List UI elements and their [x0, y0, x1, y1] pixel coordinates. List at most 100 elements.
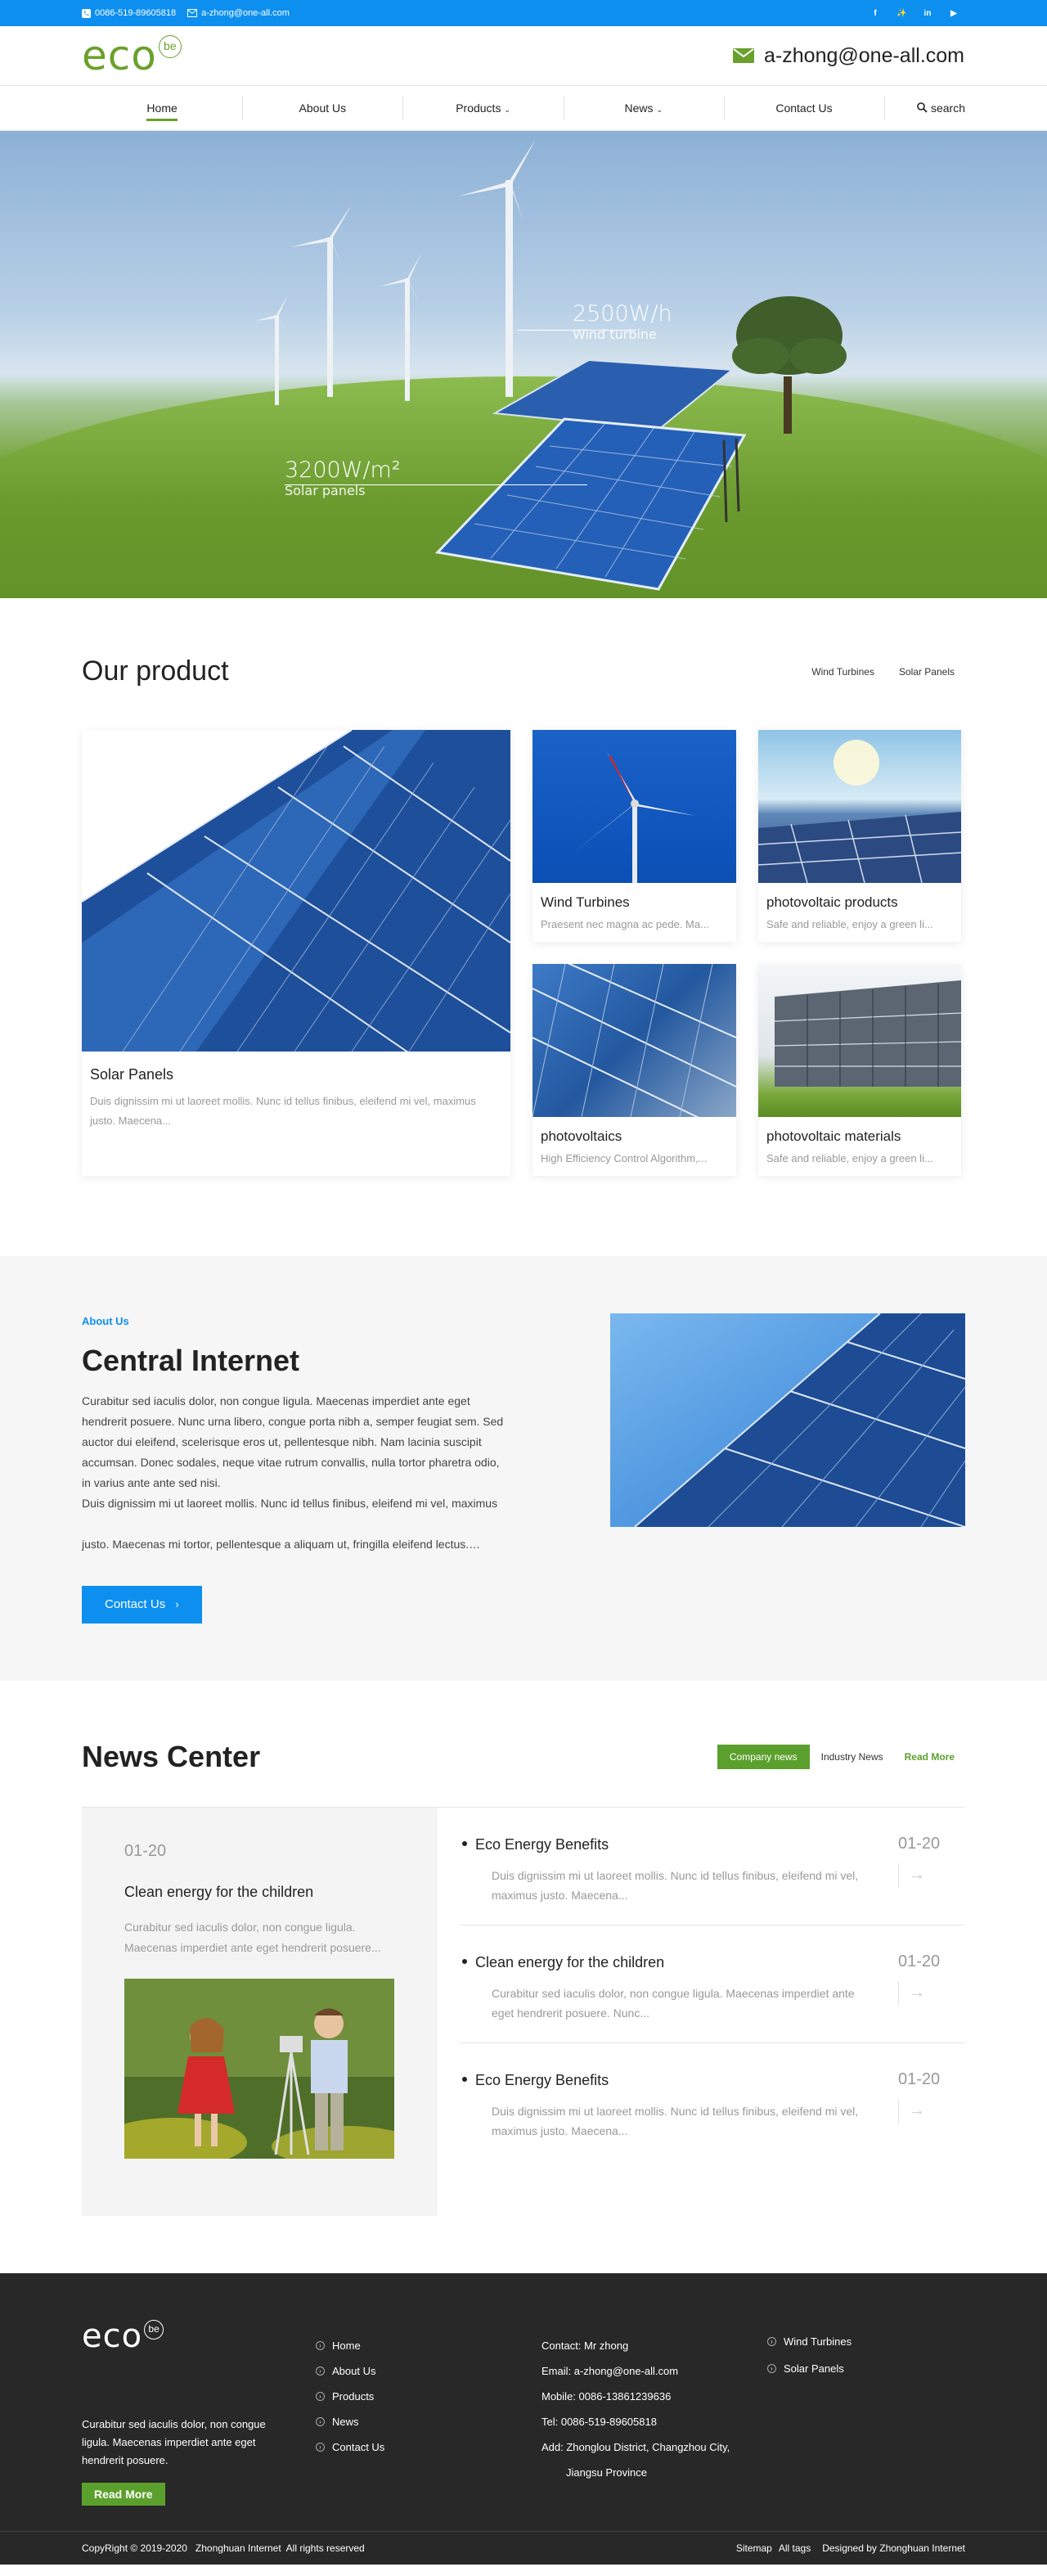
news-item-date: 01-20 [898, 1952, 941, 1970]
about-image [610, 1313, 966, 1528]
news-item-desc: Duis dignissim mi ut laoreet mollis. Nun… [492, 1869, 859, 1902]
footer-cat-solar-panels[interactable]: › Solar Panels [767, 2355, 852, 2382]
news-item-title: Clean energy for the children [462, 1954, 898, 1971]
footer-logo[interactable]: eco be [82, 2318, 316, 2354]
topbar-email-text: a-zhong@one-all.com [201, 8, 290, 18]
chevron-right-icon: › [175, 1598, 179, 1610]
hero-illustration [255, 139, 847, 591]
about-tag: About Us [82, 1315, 129, 1327]
main-nav: Home About Us Products ⌄ News ⌄ Contact … [0, 85, 1047, 131]
product-card-solar-panels[interactable]: Solar Panels Duis dignissim mi ut laoree… [82, 730, 510, 1176]
envelope-icon [733, 48, 755, 63]
contact-us-button[interactable]: Contact Us › [82, 1586, 202, 1624]
footer-link-label: News [332, 2416, 359, 2428]
header: eco be a-zhong@one-all.com [0, 26, 1047, 85]
chevron-right-icon: › [316, 2443, 325, 2452]
arrow-right-icon[interactable]: → [898, 2099, 965, 2123]
footer-link-contact[interactable]: › Contact Us [316, 2434, 541, 2460]
copyright-text: CopyRight © 2019-2020 Zhonghuan Internet… [82, 2542, 365, 2554]
chevron-right-icon: › [316, 2341, 325, 2350]
product-title: photovoltaics [541, 1128, 622, 1144]
footer-logo-badge: be [144, 2320, 164, 2340]
topbar-email[interactable]: a-zhong@one-all.com [187, 8, 290, 18]
designed-by-link[interactable]: Designed by Zhonghuan Internet [822, 2542, 965, 2554]
copyright-bar: CopyRight © 2019-2020 Zhonghuan Internet… [0, 2531, 1047, 2565]
facebook-icon[interactable]: f [870, 9, 880, 18]
news-item-title: Eco Energy Benefits [462, 1836, 898, 1853]
nav-about-label: About Us [299, 101, 347, 115]
nav-search[interactable]: search [884, 96, 966, 120]
nav-about-us[interactable]: About Us [242, 96, 402, 120]
search-label: search [930, 101, 966, 115]
header-email[interactable]: a-zhong@one-all.com [733, 44, 964, 68]
linkedin-icon[interactable]: in [923, 9, 932, 18]
chevron-down-icon: ⌄ [656, 106, 663, 114]
footer-contact-email[interactable]: Email: a-zhong@one-all.com [541, 2358, 767, 2384]
nav-contact-label: Contact Us [775, 101, 833, 115]
news-item-desc: Curabitur sed iaculis dolor, non congue … [492, 1987, 855, 2020]
logo-text: eco [82, 32, 157, 79]
tab-company-news[interactable]: Company news [717, 1745, 810, 1769]
footer-link-about[interactable]: › About Us [316, 2358, 541, 2384]
nav-contact-us[interactable]: Contact Us [723, 96, 884, 120]
chevron-down-icon: ⌄ [504, 106, 510, 114]
footer-cat-label: Wind Turbines [784, 2335, 852, 2348]
about-paragraph: Curabitur sed iaculis dolor, non congue … [82, 1391, 507, 1514]
chevron-right-icon: › [316, 2367, 325, 2376]
logo-badge: be [158, 35, 182, 58]
tab-wind-turbines[interactable]: Wind Turbines [811, 666, 874, 678]
about-para-2: Duis dignissim mi ut laoreet mollis. Nun… [82, 1497, 498, 1510]
chevron-right-icon: › [767, 2337, 776, 2346]
youtube-icon[interactable]: ▶ [949, 9, 959, 18]
footer-read-more-button[interactable]: Read More [82, 2483, 165, 2506]
footer-link-home[interactable]: › Home [316, 2333, 541, 2358]
product-card-wind-turbines[interactable]: Wind Turbines Praesent nec magna ac pede… [532, 730, 736, 942]
product-desc: Safe and reliable, enjoy a green li... [766, 1152, 933, 1164]
hero-solar-value: 3200W/m² [285, 457, 401, 483]
about-section: About Us Central Internet Curabitur sed … [0, 1256, 1047, 1681]
product-desc: Duis dignissim mi ut laoreet mollis. Nun… [90, 1095, 476, 1127]
tab-industry-news[interactable]: Industry News [821, 1751, 883, 1763]
news-read-more-link[interactable]: Read More [905, 1751, 955, 1763]
footer-contact-tel: Tel: 0086-519-89605818 [541, 2416, 657, 2428]
product-image [758, 964, 961, 1117]
footer-categories: › Wind Turbines › Solar Panels [767, 2318, 852, 2531]
about-title: Central Internet [82, 1344, 300, 1377]
hero-wind-text: Wind turbine [573, 327, 657, 342]
footer-link-label: Contact Us [332, 2441, 385, 2453]
footer-link-products[interactable]: › Products [316, 2384, 541, 2409]
footer-link-news[interactable]: › News [316, 2409, 541, 2434]
sitemap-link[interactable]: Sitemap [736, 2542, 772, 2554]
nav-news[interactable]: News ⌄ [563, 96, 724, 120]
news-item[interactable]: Eco Energy Benefits Duis dignissim mi ut… [459, 1808, 965, 1925]
logo[interactable]: eco be [82, 34, 182, 78]
footer-cat-wind-turbines[interactable]: › Wind Turbines [767, 2328, 852, 2355]
news-item-date: 01-20 [898, 1835, 941, 1853]
product-image [82, 730, 510, 1052]
product-card-photovoltaic-materials[interactable]: photovoltaic materials Safe and reliable… [758, 964, 961, 1176]
product-card-photovoltaic-products[interactable]: photovoltaic products Safe and reliable,… [758, 730, 961, 942]
featured-news[interactable]: 01-20 Clean energy for the children Cura… [82, 1808, 438, 2216]
hero-wind-label: 2500W/h Wind turbine [573, 301, 672, 342]
nav-products[interactable]: Products ⌄ [402, 96, 563, 120]
news-item[interactable]: Clean energy for the children Curabitur … [459, 1925, 965, 2043]
footer-contact-name: Contact: Mr zhong [541, 2340, 629, 2352]
product-card-photovoltaics[interactable]: photovoltaics High Efficiency Control Al… [532, 964, 736, 1176]
chevron-right-icon: › [316, 2417, 325, 2426]
all-tags-link[interactable]: All tags [779, 2542, 811, 2554]
news-item[interactable]: Eco Energy Benefits Duis dignissim mi ut… [459, 2043, 965, 2161]
nav-home[interactable]: Home [82, 101, 242, 121]
footer: eco be Curabitur sed iaculis dolor, non … [0, 2273, 1047, 2565]
product-desc: High Efficiency Control Algorithm,... [541, 1152, 708, 1164]
topbar-phone-text: 0086-519-89605818 [95, 8, 177, 18]
arrow-right-icon[interactable]: → [898, 1981, 965, 2006]
tab-solar-panels[interactable]: Solar Panels [899, 666, 955, 678]
nav-products-label: Products [456, 101, 501, 115]
arrow-right-icon[interactable]: → [898, 1863, 965, 1888]
twitter-icon[interactable]: ✨ [896, 9, 906, 18]
product-image [758, 730, 961, 883]
product-title: Wind Turbines [541, 894, 630, 910]
product-image [532, 964, 736, 1117]
nav-news-label: News [624, 101, 654, 115]
product-title: Solar Panels [90, 1066, 174, 1083]
